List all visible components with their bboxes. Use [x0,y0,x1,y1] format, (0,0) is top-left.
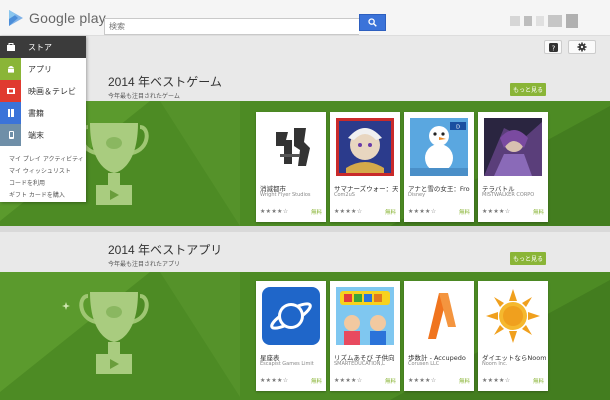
film-icon [0,80,21,102]
price-label: 無料 [310,379,322,385]
google-play-logo[interactable]: Google play [9,9,106,27]
help-button[interactable]: ? [544,40,562,54]
search-box [104,14,386,35]
more-button[interactable]: もっと見る [510,83,546,96]
app-card[interactable]: リズムあそび 子供向 SMARTEDUCATION,L ★★★★☆ 無料 [330,281,400,391]
app-developer: Disney [408,192,426,198]
rating-stars: ★★★★☆ [482,208,511,215]
app-developer: Corusen LLC [408,361,440,367]
sidebar-menu: ストア アプリ 映画＆テレビ 書籍 端末 マイ プレイ アクティビティ マイ ウ… [0,36,86,202]
section-title: 2014 年ベストゲーム [108,75,222,89]
price-label: 無料 [458,210,470,216]
rating-stars: ★★★★☆ [482,377,511,384]
price-label: 無料 [458,379,470,385]
account-area[interactable] [510,14,594,28]
sidebar-item-label: ストア [28,42,52,52]
price-label: 無料 [384,210,396,216]
sidebar-item-label: 書籍 [28,108,44,118]
sidebar-item-label: アプリ [28,64,52,74]
search-button[interactable] [359,14,386,31]
svg-text:?: ? [551,44,555,52]
price-label: 無料 [310,210,322,216]
settings-button[interactable] [568,40,596,54]
app-icon-frozen: D [410,118,468,176]
play-logo-icon [9,10,23,26]
logo-text: Google play [29,10,106,26]
avatar[interactable] [566,14,578,28]
app-card[interactable]: 星座表 Escapist Games Limit ★★★★☆ 無料 [256,281,326,391]
rating-stars: ★★★★☆ [260,377,289,384]
price-label: 無料 [532,379,544,385]
sidebar-links: マイ プレイ アクティビティ マイ ウィッシュリスト コードを利用 ギフト カー… [0,146,86,202]
sidebar-item-label: 端末 [28,130,44,140]
app-icon-pedometer [410,287,468,345]
price-label: 無料 [384,379,396,385]
app-developer: Wright Flyer Studios [260,192,311,198]
sidebar-item-movies[interactable]: 映画＆テレビ [0,80,86,102]
trophy-icon [79,123,149,205]
top-bar: Google play [0,0,610,36]
app-developer: Noom Inc. [482,361,508,367]
app-developer: MISTWALKER CORPO [482,192,535,198]
section-best-apps-header: 2014 年ベストアプリ 今年最も注目されたアプリ もっと見る [86,232,610,272]
app-icon-shoumetsu [262,118,320,176]
sidebar-item-books[interactable]: 書籍 [0,102,86,124]
more-button[interactable]: もっと見る [510,252,546,265]
rating-stars: ★★★★☆ [408,377,437,384]
app-icon-summoners [336,118,394,176]
help-icon: ? [548,42,558,52]
app-card[interactable]: ダイエットならNoom Noom Inc. ★★★★☆ 無料 [478,281,548,391]
sparkle-icon [62,302,70,310]
search-icon [368,18,377,27]
play-store-icon [0,36,21,58]
book-icon [0,102,21,124]
app-card[interactable]: 歩数計 - Accupedo Corusen LLC ★★★★☆ 無料 [404,281,474,391]
rating-stars: ★★★★☆ [334,208,363,215]
rating-stars: ★★★★☆ [408,208,437,215]
sidebar-item-label: 映画＆テレビ [28,86,76,96]
section-subtitle: 今年最も注目されたゲーム [108,93,180,100]
svg-text:D: D [456,125,460,131]
android-icon [0,58,21,80]
gear-icon [577,42,587,52]
link-wishlist[interactable]: マイ ウィッシュリスト [0,166,86,178]
app-icon-star-chart [262,287,320,345]
link-gift-card[interactable]: ギフト カードを購入 [0,190,86,202]
app-icon-noom [484,287,542,345]
app-card[interactable]: テラバトル MISTWALKER CORPO ★★★★☆ 無料 [478,112,548,222]
sidebar-item-devices[interactable]: 端末 [0,124,86,146]
app-card[interactable]: D アナと雪の女王：Fro Disney ★★★★☆ 無料 [404,112,474,222]
app-card[interactable]: 消滅都市 Wright Flyer Studios ★★★★☆ 無料 [256,112,326,222]
sidebar-item-apps[interactable]: アプリ [0,58,86,80]
rating-stars: ★★★★☆ [260,208,289,215]
link-my-activity[interactable]: マイ プレイ アクティビティ [0,154,86,166]
section-title: 2014 年ベストアプリ [108,243,223,257]
search-input[interactable] [104,18,359,35]
link-redeem[interactable]: コードを利用 [0,178,86,190]
section-best-games-header: 2014 年ベストゲーム 今年最も注目されたゲーム もっと見る [86,60,610,100]
trophy-icon [79,292,149,374]
section-subtitle: 今年最も注目されたアプリ [108,261,181,268]
app-icon-kids-rhythm [336,287,394,345]
price-label: 無料 [532,210,544,216]
rating-stars: ★★★★☆ [334,377,363,384]
app-card[interactable]: サマナーズウォー：天 Com2uS ★★★★☆ 無料 [330,112,400,222]
app-developer: Com2uS [334,192,355,198]
app-icon-terra-battle [484,118,542,176]
app-developer: SMARTEDUCATION,L [334,361,385,367]
sidebar-item-store[interactable]: ストア [0,36,86,58]
app-developer: Escapist Games Limit [260,361,314,367]
device-icon [0,124,21,146]
